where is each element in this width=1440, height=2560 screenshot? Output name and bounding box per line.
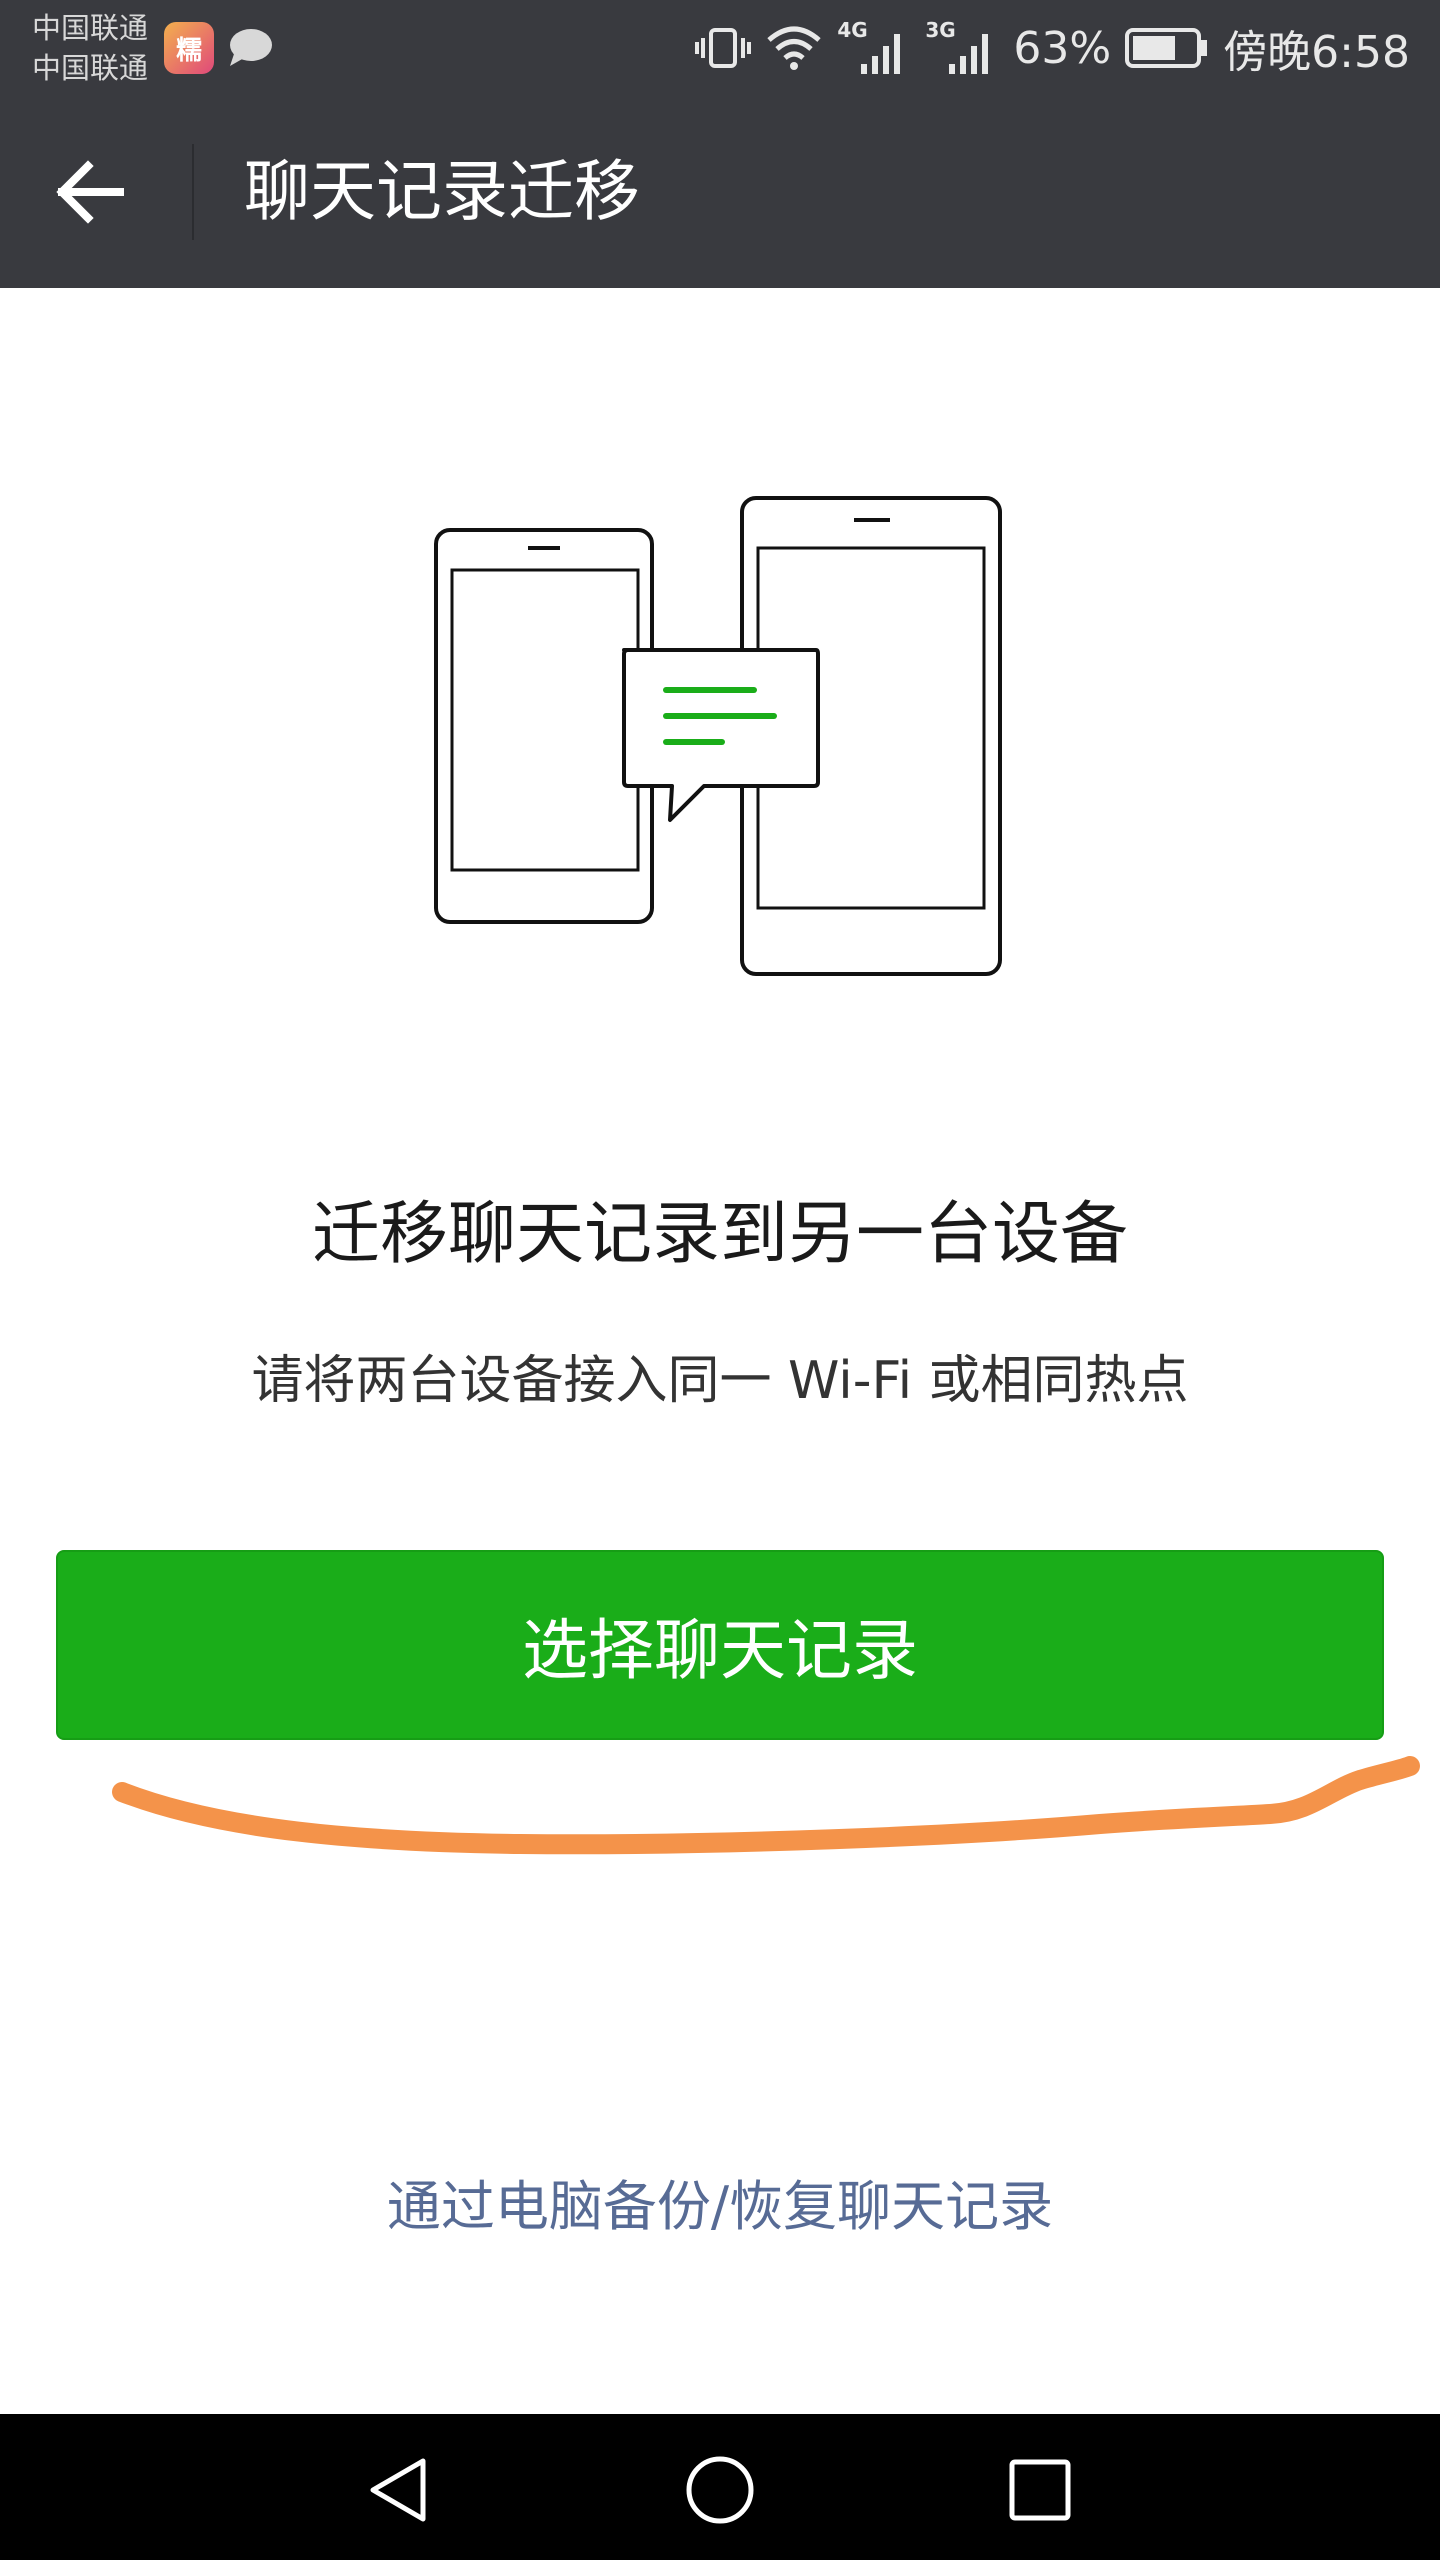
- pc-backup-restore-link[interactable]: 通过电脑备份/恢复聊天记录: [0, 2172, 1440, 2242]
- status-bar: 中国联通 中国联通 糯 4G 3G 63% 傍晚6:58: [0, 0, 1440, 96]
- system-navigation-bar: [0, 2414, 1440, 2560]
- signal-4g: 4G: [837, 18, 911, 78]
- top-navigation-bar: 聊天记录迁移: [0, 96, 1440, 288]
- phone-left-icon: [434, 528, 654, 924]
- battery-icon: [1125, 28, 1208, 68]
- vibrate-icon: [695, 28, 752, 68]
- recents-square-icon: [1009, 2459, 1071, 2521]
- annotation-underline: [112, 1756, 1420, 1855]
- wifi-icon: [767, 26, 822, 70]
- home-circle-icon: [686, 2456, 754, 2524]
- main-heading: 迁移聊天记录到另一台设备: [311, 1195, 1128, 1274]
- chat-bubble-icon: [230, 29, 272, 66]
- signal-3g: 3G: [925, 18, 999, 78]
- page-title: 聊天记录迁移: [244, 153, 640, 230]
- app-notification-icon: 糯: [164, 22, 214, 74]
- back-triangle-icon: [370, 2458, 426, 2522]
- carrier-2: 中国联通: [32, 51, 149, 85]
- wifi-instruction: 请将两台设备接入同一 Wi-Fi 或相同热点: [251, 1351, 1189, 1411]
- chat-transfer-illustration: [434, 496, 1002, 976]
- signal-icon: [861, 34, 901, 74]
- select-chat-history-button[interactable]: 选择聊天记录: [56, 1550, 1384, 1740]
- signal-icon: [949, 34, 989, 74]
- clock: 傍晚6:58: [1223, 27, 1410, 78]
- battery-percent: 63%: [1013, 22, 1112, 74]
- system-back-button[interactable]: [360, 2450, 440, 2530]
- carrier-1: 中国联通: [32, 11, 149, 45]
- back-arrow-icon: [56, 160, 124, 224]
- nav-divider: [192, 144, 194, 240]
- carrier-labels: 中国联通 中国联通: [32, 8, 148, 88]
- back-button[interactable]: [40, 142, 140, 242]
- system-recents-button[interactable]: [1000, 2450, 1080, 2530]
- system-home-button[interactable]: [680, 2450, 760, 2530]
